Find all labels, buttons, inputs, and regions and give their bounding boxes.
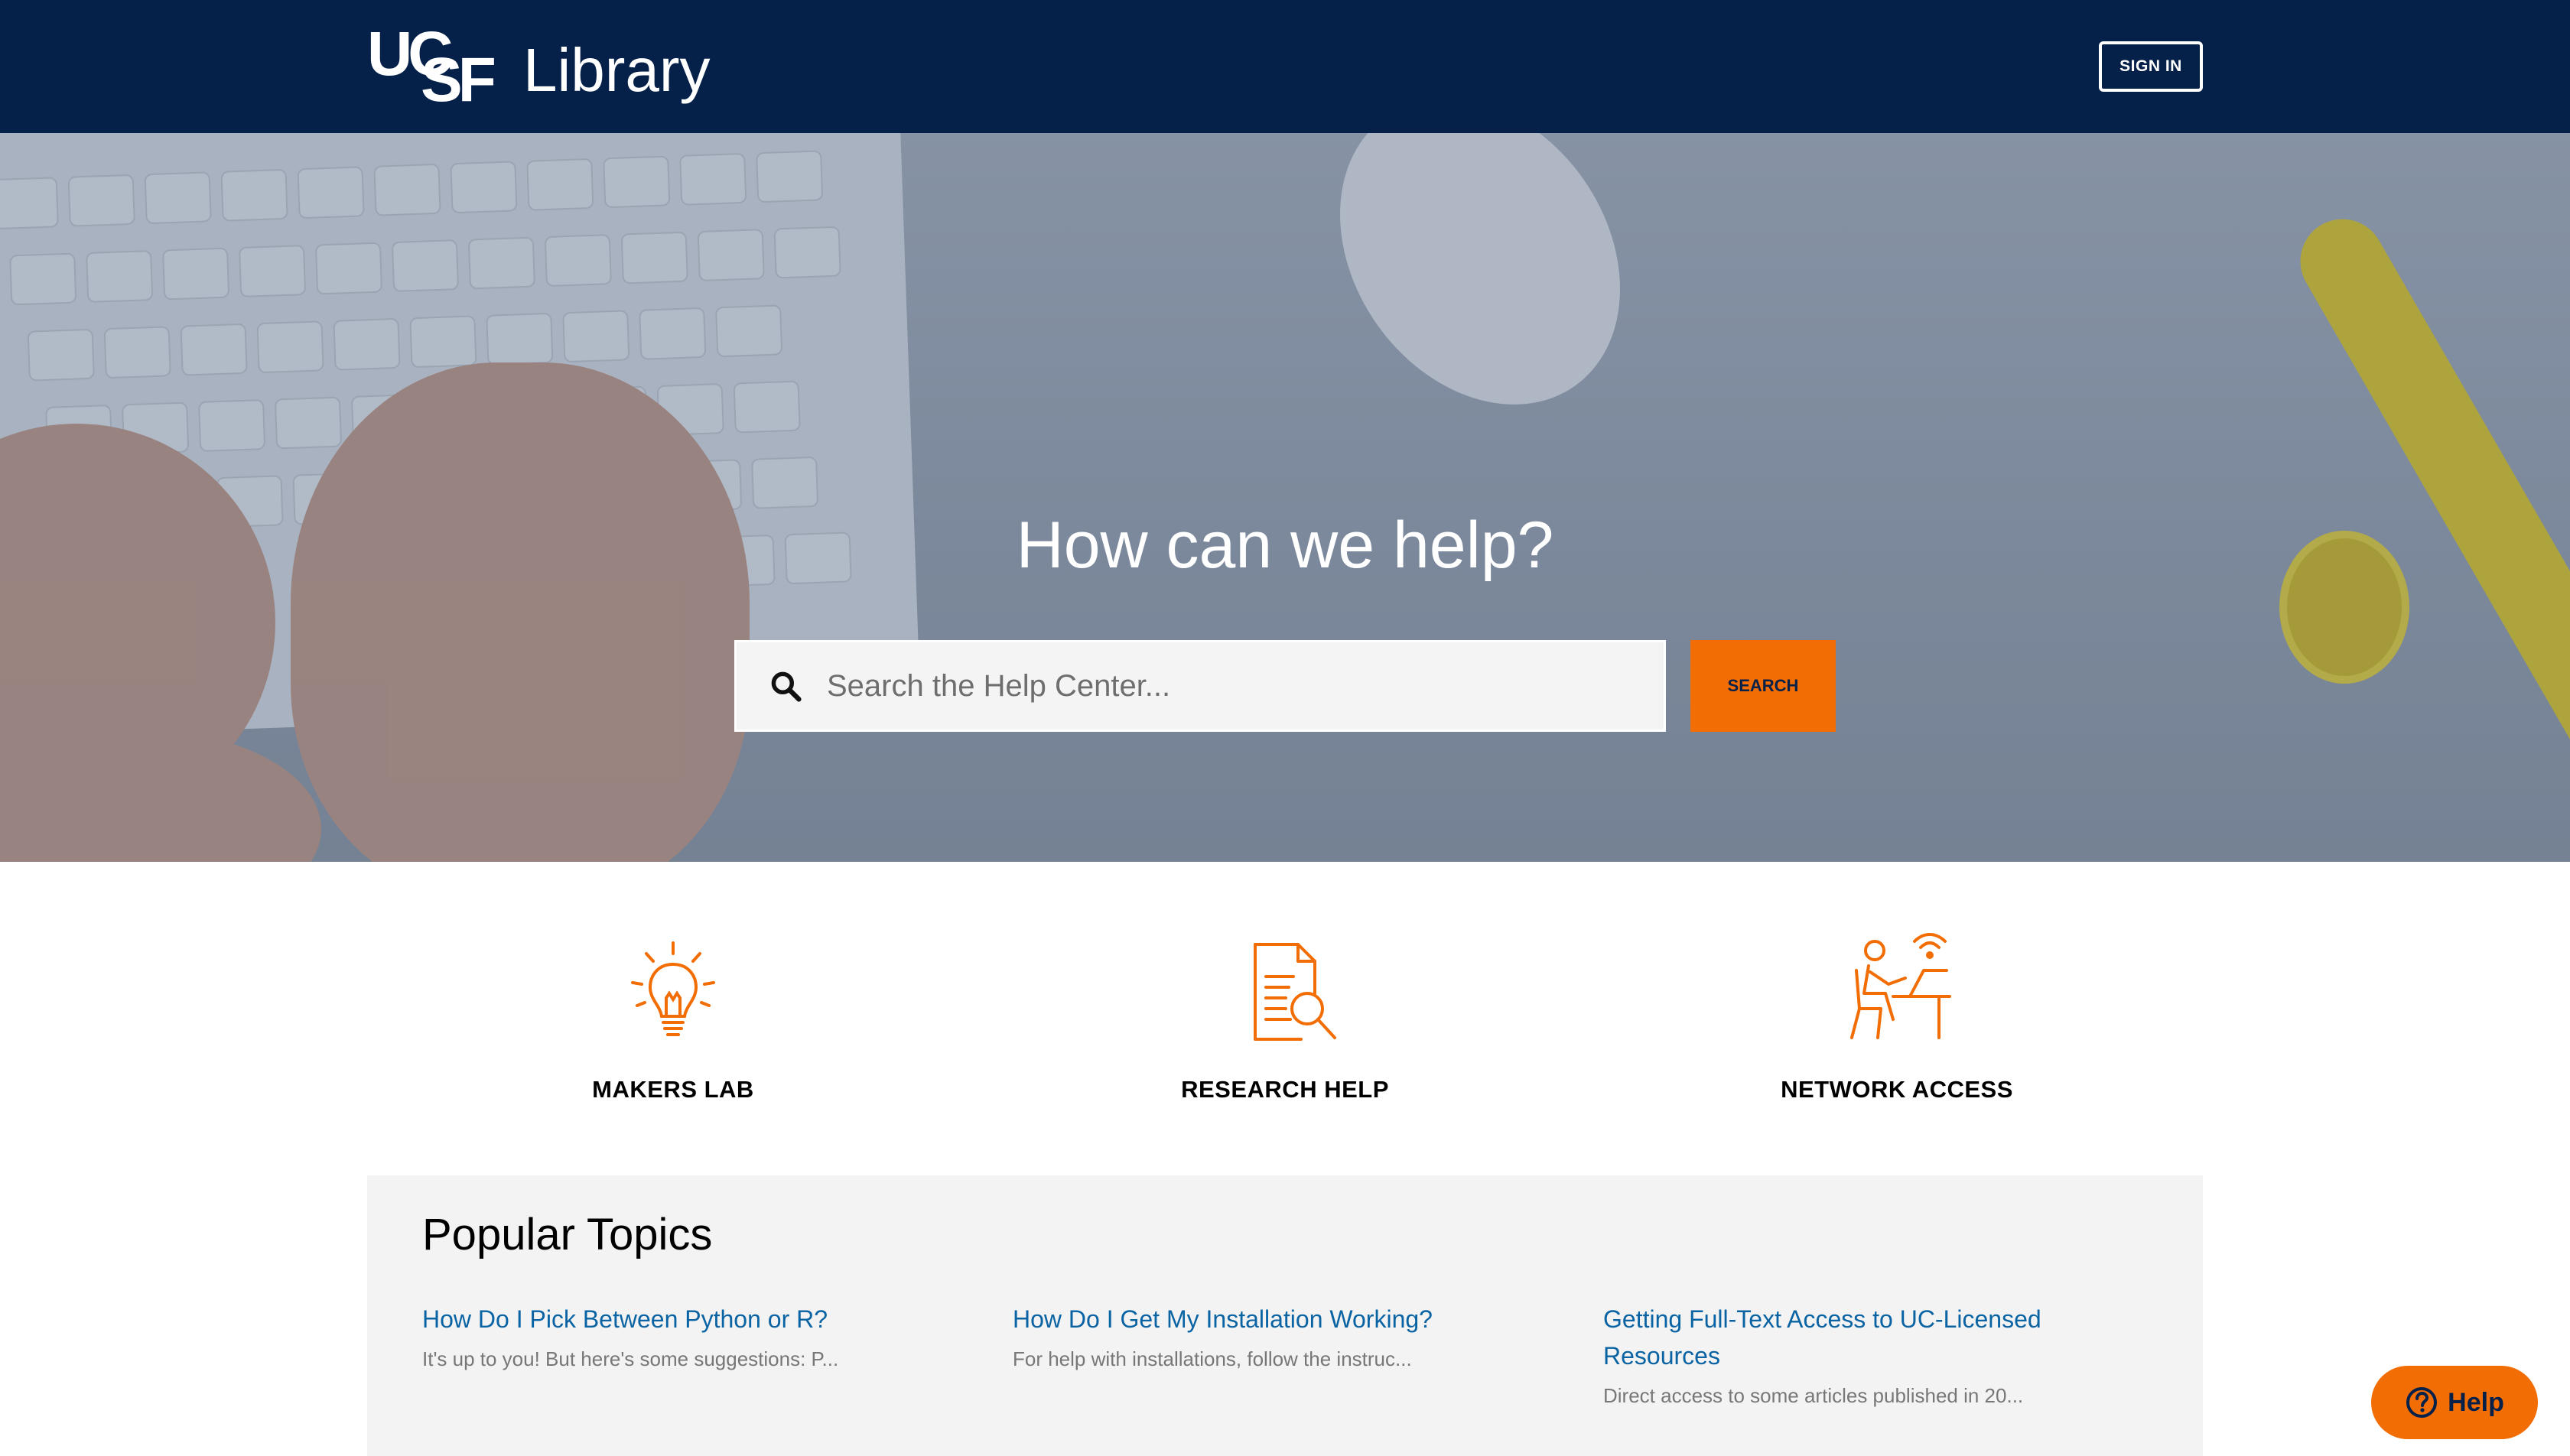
- category-links: MAKERS LAB RESEARCH HELP NETWORK ACCESS: [367, 862, 2203, 1175]
- category-network-access[interactable]: NETWORK ACCESS: [1591, 862, 2203, 1175]
- topic-item: How Do I Get My Installation Working? Fo…: [1013, 1301, 1502, 1374]
- topic-link[interactable]: How Do I Pick Between Python or R?: [422, 1301, 912, 1337]
- topic-link[interactable]: How Do I Get My Installation Working?: [1013, 1301, 1502, 1337]
- search-button[interactable]: SEARCH: [1690, 640, 1836, 732]
- category-label: RESEARCH HELP: [1181, 1076, 1389, 1103]
- ucsf-library-logo[interactable]: UC SF Library: [367, 19, 711, 115]
- search-icon: [767, 668, 804, 704]
- help-widget-button[interactable]: Help: [2371, 1366, 2538, 1439]
- search-box: [734, 640, 1666, 732]
- topic-item: How Do I Pick Between Python or R? It's …: [422, 1301, 912, 1374]
- topic-excerpt: It's up to you! But here's some suggesti…: [422, 1347, 839, 1370]
- site-header: UC SF Library SIGN IN: [0, 0, 2570, 133]
- hero-banner: How can we help? SEARCH: [0, 133, 2570, 862]
- hero-overlay: [0, 133, 2570, 862]
- document-search-icon: [1254, 943, 1336, 1041]
- lightbulb-icon: [631, 941, 715, 1036]
- popular-topics: Popular Topics How Do I Pick Between Pyt…: [367, 1175, 2203, 1456]
- category-label: NETWORK ACCESS: [1781, 1076, 2013, 1103]
- topic-item: Getting Full-Text Access to UC-Licensed …: [1603, 1301, 2093, 1411]
- category-research-help[interactable]: RESEARCH HELP: [979, 862, 1591, 1175]
- ucsf-logo-mark: UC SF: [367, 19, 496, 115]
- logo-text: Library: [523, 36, 711, 104]
- topic-link[interactable]: Getting Full-Text Access to UC-Licensed …: [1603, 1301, 2093, 1374]
- search-input[interactable]: [827, 642, 1664, 730]
- popular-topics-title: Popular Topics: [422, 1210, 713, 1259]
- topic-excerpt: Direct access to some articles published…: [1603, 1384, 2024, 1407]
- category-makers-lab[interactable]: MAKERS LAB: [367, 862, 979, 1175]
- question-circle-icon: [2406, 1387, 2438, 1418]
- topic-excerpt: For help with installations, follow the …: [1013, 1347, 1412, 1370]
- sign-in-button[interactable]: SIGN IN: [2099, 41, 2203, 92]
- category-label: MAKERS LAB: [592, 1076, 754, 1103]
- help-widget-label: Help: [2448, 1387, 2504, 1417]
- hero-title: How can we help?: [1016, 509, 1554, 582]
- person-desk-wifi-icon: [1850, 933, 1951, 1039]
